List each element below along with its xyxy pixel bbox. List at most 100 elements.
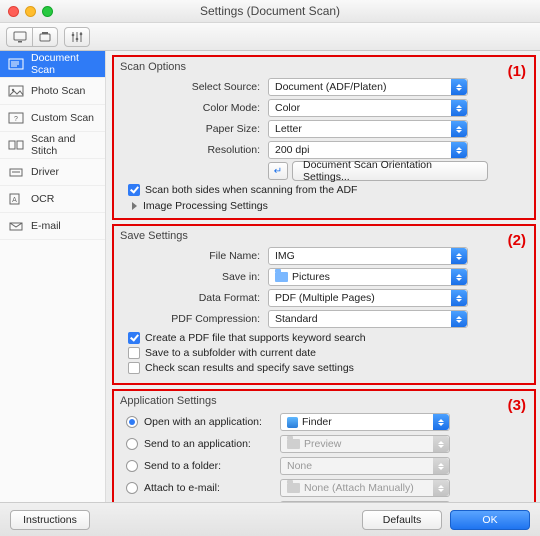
chevron-updown-icon (451, 311, 467, 327)
radio-icon (126, 438, 138, 450)
file-name-field[interactable]: IMG (268, 247, 468, 265)
footer: Instructions Defaults OK (0, 502, 540, 536)
sidebar: Document Scan Photo Scan ? Custom Scan S… (0, 51, 106, 502)
data-format-dropdown[interactable]: PDF (Multiple Pages) (268, 289, 468, 307)
stitch-icon (8, 139, 24, 151)
custom-scan-icon: ? (8, 112, 24, 124)
color-mode-dropdown[interactable]: Color (268, 99, 468, 117)
image-processing-disclosure[interactable]: Image Processing Settings (132, 200, 528, 212)
select-source-label: Select Source: (120, 81, 268, 93)
sidebar-item-label: Driver (31, 166, 59, 178)
toolbar (0, 23, 540, 51)
attach-to-email-radio[interactable]: Attach to e-mail: None (Attach Manually) (126, 477, 528, 499)
finder-icon (287, 417, 298, 428)
chevron-updown-icon (433, 436, 449, 452)
email-icon (8, 220, 24, 232)
keyword-search-checkbox[interactable]: Create a PDF file that supports keyword … (128, 332, 528, 344)
folder-icon (275, 272, 288, 282)
chevron-updown-icon (451, 121, 467, 137)
settings-window: Settings (Document Scan) Document Scan P… (0, 0, 540, 536)
scan-options-title: Scan Options (120, 61, 528, 73)
chevron-updown-icon (451, 290, 467, 306)
chevron-updown-icon (433, 458, 449, 474)
checkbox-icon (128, 332, 140, 344)
open-with-application-radio[interactable]: Open with an application: Finder (126, 411, 528, 433)
triangle-right-icon (132, 202, 137, 210)
open-with-dropdown[interactable]: Finder (280, 413, 450, 431)
check-results-checkbox[interactable]: Check scan results and specify save sett… (128, 362, 528, 374)
driver-icon (8, 166, 24, 178)
chevron-updown-icon (433, 414, 449, 430)
file-name-label: File Name: (120, 250, 268, 262)
pdf-compression-dropdown[interactable]: Standard (268, 310, 468, 328)
sidebar-item-email[interactable]: E-mail (0, 213, 105, 240)
window-title: Settings (Document Scan) (0, 4, 540, 18)
save-in-dropdown[interactable]: Pictures (268, 268, 468, 286)
sidebar-item-label: Scan and Stitch (31, 133, 97, 157)
subfolder-checkbox[interactable]: Save to a subfolder with current date (128, 347, 528, 359)
document-scan-icon (8, 58, 24, 70)
pdf-compression-label: PDF Compression: (120, 313, 268, 325)
checkbox-icon (128, 347, 140, 359)
radio-icon (126, 416, 138, 428)
send-to-application-radio[interactable]: Send to an application: Preview (126, 433, 528, 455)
chevron-updown-icon (433, 480, 449, 496)
sidebar-item-label: Document Scan (31, 52, 97, 76)
checkbox-icon (128, 362, 140, 374)
scan-both-sides-checkbox[interactable]: Scan both sides when scanning from the A… (128, 184, 528, 196)
folder-icon (287, 483, 300, 493)
sidebar-item-driver[interactable]: Driver (0, 159, 105, 186)
sidebar-item-label: Photo Scan (31, 85, 85, 97)
select-source-dropdown[interactable]: Document (ADF/Platen) (268, 78, 468, 96)
sidebar-item-label: OCR (31, 193, 54, 205)
annotation-2: (2) (508, 232, 526, 249)
ok-button[interactable]: OK (450, 510, 530, 530)
preview-icon (287, 439, 300, 449)
send-to-folder-radio[interactable]: Send to a folder: None (126, 455, 528, 477)
defaults-button[interactable]: Defaults (362, 510, 442, 530)
ocr-icon: A (8, 193, 24, 205)
sidebar-item-label: E-mail (31, 220, 61, 232)
send-to-app-dropdown: Preview (280, 435, 450, 453)
sidebar-item-label: Custom Scan (31, 112, 94, 124)
sidebar-item-scan-and-stitch[interactable]: Scan and Stitch (0, 132, 105, 159)
sidebar-item-photo-scan[interactable]: Photo Scan (0, 78, 105, 105)
radio-icon (126, 460, 138, 472)
radio-icon (126, 482, 138, 494)
application-settings-title: Application Settings (120, 395, 528, 407)
sidebar-item-document-scan[interactable]: Document Scan (0, 51, 105, 78)
scan-from-computer-icon[interactable] (6, 27, 32, 47)
orientation-icon[interactable]: ↵ (268, 162, 288, 180)
save-settings-title: Save Settings (120, 230, 528, 242)
color-mode-label: Color Mode: (120, 102, 268, 114)
svg-text:?: ? (14, 116, 18, 123)
main-content: (1) Scan Options Select Source: Document… (106, 51, 540, 502)
checkbox-icon (128, 184, 140, 196)
save-in-label: Save in: (120, 271, 268, 283)
photo-scan-icon (8, 85, 24, 97)
general-settings-icon[interactable] (64, 27, 90, 47)
send-to-folder-dropdown: None (280, 457, 450, 475)
svg-text:A: A (12, 197, 17, 204)
application-settings-panel: (3) Application Settings Open with an ap… (112, 389, 536, 502)
chevron-updown-icon (451, 248, 467, 264)
attach-email-dropdown: None (Attach Manually) (280, 479, 450, 497)
chevron-updown-icon (451, 142, 467, 158)
scan-from-panel-icon[interactable] (32, 27, 58, 47)
chevron-updown-icon (451, 79, 467, 95)
annotation-1: (1) (508, 63, 526, 80)
chevron-updown-icon (451, 100, 467, 116)
sidebar-item-custom-scan[interactable]: ? Custom Scan (0, 105, 105, 132)
save-settings-panel: (2) Save Settings File Name: IMG Save in… (112, 224, 536, 385)
resolution-label: Resolution: (120, 144, 268, 156)
paper-size-dropdown[interactable]: Letter (268, 120, 468, 138)
resolution-dropdown[interactable]: 200 dpi (268, 141, 468, 159)
sidebar-item-ocr[interactable]: A OCR (0, 186, 105, 213)
mode-segment (6, 27, 58, 47)
scan-options-panel: (1) Scan Options Select Source: Document… (112, 55, 536, 220)
data-format-label: Data Format: (120, 292, 268, 304)
titlebar: Settings (Document Scan) (0, 0, 540, 23)
instructions-button[interactable]: Instructions (10, 510, 90, 530)
annotation-3: (3) (508, 397, 526, 414)
orientation-settings-button[interactable]: Document Scan Orientation Settings... (292, 161, 488, 181)
